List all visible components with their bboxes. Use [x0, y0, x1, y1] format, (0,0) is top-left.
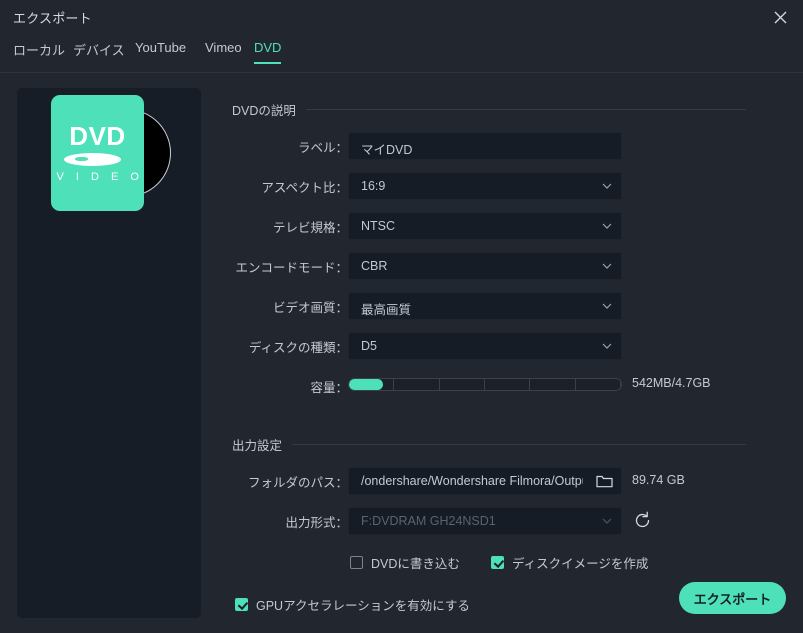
disc-type-select[interactable]: D5 [348, 332, 622, 360]
title-bar: エクスポート [0, 0, 803, 33]
capacity-segment [530, 379, 576, 390]
dvd-case-shape: DVD [51, 95, 144, 211]
capacity-value: 542MB/4.7GB [632, 376, 711, 390]
section-header-output: 出力設定 [232, 435, 746, 454]
folder-path-value: /ondershare/Wondershare Filmora/Output [361, 474, 583, 488]
section-rule [305, 109, 746, 110]
free-space-value: 89.74 GB [632, 473, 685, 487]
tab-divider [0, 72, 803, 73]
tv-standard-select[interactable]: NTSC [348, 212, 622, 240]
dvd-ellipse-hole [75, 157, 88, 161]
tab-bar: ローカル デバイス YouTube Vimeo DVD [0, 40, 803, 72]
row-disc-type: ディスクの種類： D5 [232, 332, 746, 360]
row-aspect-ratio: アスペクト比： 16:9 [232, 172, 746, 200]
tab-local[interactable]: ローカル [13, 40, 65, 68]
chevron-down-icon [602, 223, 612, 230]
checkbox-label-burn-dvd: DVDに書き込む [371, 557, 460, 571]
row-folder-path: フォルダのパス： /ondershare/Wondershare Filmora… [232, 467, 746, 495]
label-input[interactable]: マイDVD [348, 132, 622, 160]
chevron-down-icon [602, 343, 612, 350]
tab-vimeo[interactable]: Vimeo [205, 40, 242, 64]
field-label-video-quality: ビデオ画質： [272, 301, 348, 315]
field-label-folder-path: フォルダのパス： [247, 476, 348, 490]
video-quality-value: 最高画質 [361, 303, 412, 317]
aspect-ratio-value: 16:9 [361, 179, 386, 193]
field-label-output-device: 出力形式： [285, 516, 348, 530]
chevron-down-icon [602, 263, 612, 270]
checkbox-label-gpu-acceleration: GPUアクセラレーションを有効にする [256, 599, 470, 613]
capacity-progress-fill [349, 379, 383, 390]
settings-pane: DVDの説明 ラベル： マイDVD アスペクト比： 16:9 テレビ規格： NT… [232, 88, 787, 618]
capacity-segment [394, 379, 440, 390]
dvd-logo-subtitle: V I D E O [56, 171, 144, 183]
section-title-description: DVDの説明 [232, 104, 296, 118]
close-icon [774, 11, 787, 24]
dvd-video-logo-icon: DVD V I D E O [51, 95, 171, 211]
capacity-segment [576, 379, 621, 390]
row-label: ラベル： マイDVD [232, 132, 746, 160]
capacity-segment [485, 379, 531, 390]
row-video-quality: ビデオ画質： 最高画質 [232, 292, 746, 320]
export-button[interactable]: エクスポート [679, 582, 786, 614]
page-title: エクスポート [13, 11, 92, 26]
export-dialog: エクスポート ローカル デバイス YouTube Vimeo DVD DVD V… [0, 0, 803, 633]
field-label-encode-mode: エンコードモード： [235, 261, 348, 275]
tab-device[interactable]: デバイス [73, 40, 125, 68]
encode-mode-value: CBR [361, 259, 388, 273]
section-title-output: 出力設定 [232, 439, 283, 453]
close-button[interactable] [765, 4, 795, 30]
checkbox-box-unchecked[interactable] [350, 556, 363, 569]
checkbox-box-checked[interactable] [491, 556, 504, 569]
chevron-down-icon [602, 518, 612, 525]
checkbox-label-create-iso: ディスクイメージを作成 [512, 557, 649, 571]
row-encode-mode: エンコードモード： CBR [232, 252, 746, 280]
encode-mode-select[interactable]: CBR [348, 252, 622, 280]
section-header-description: DVDの説明 [232, 100, 746, 119]
output-device-select[interactable]: F:DVDRAM GH24NSD1 [348, 507, 622, 535]
dvd-ellipse-shape [64, 153, 121, 166]
tab-dvd[interactable]: DVD [254, 40, 282, 64]
tab-youtube[interactable]: YouTube [135, 40, 186, 64]
row-tv-standard: テレビ規格： NTSC [232, 212, 746, 240]
checkbox-create-iso[interactable]: ディスクイメージを作成 [491, 553, 648, 572]
label-input-value: マイDVD [361, 143, 413, 157]
checkbox-box-checked[interactable] [235, 598, 248, 611]
folder-path-input[interactable]: /ondershare/Wondershare Filmora/Output [348, 467, 622, 495]
field-label-aspect-ratio: アスペクト比： [261, 181, 348, 195]
capacity-segment [440, 379, 485, 390]
field-label-capacity: 容量： [310, 381, 348, 395]
section-rule [292, 444, 746, 445]
dvd-logo-title: DVD [69, 121, 126, 151]
chevron-down-icon [602, 183, 612, 190]
aspect-ratio-select[interactable]: 16:9 [348, 172, 622, 200]
folder-icon[interactable] [596, 473, 613, 494]
capacity-progress-bar [348, 378, 622, 391]
field-label-tv-standard: テレビ規格： [272, 221, 348, 235]
field-label-disc-type: ディスクの種類： [248, 341, 348, 355]
tv-standard-value: NTSC [361, 219, 396, 233]
refresh-icon[interactable] [632, 510, 653, 536]
video-quality-select[interactable]: 最高画質 [348, 292, 622, 320]
output-device-value: F:DVDRAM GH24NSD1 [361, 514, 496, 528]
row-output-device: 出力形式： F:DVDRAM GH24NSD1 [232, 507, 746, 535]
checkbox-burn-dvd[interactable]: DVDに書き込む [350, 553, 460, 572]
row-capacity: 容量： 542MB/4.7GB [232, 372, 746, 400]
checkbox-gpu-acceleration[interactable]: GPUアクセラレーションを有効にする [235, 595, 470, 614]
field-label-label: ラベル： [297, 141, 348, 155]
chevron-down-icon [602, 303, 612, 310]
disc-type-value: D5 [361, 339, 377, 353]
preview-panel: DVD V I D E O [17, 88, 201, 618]
